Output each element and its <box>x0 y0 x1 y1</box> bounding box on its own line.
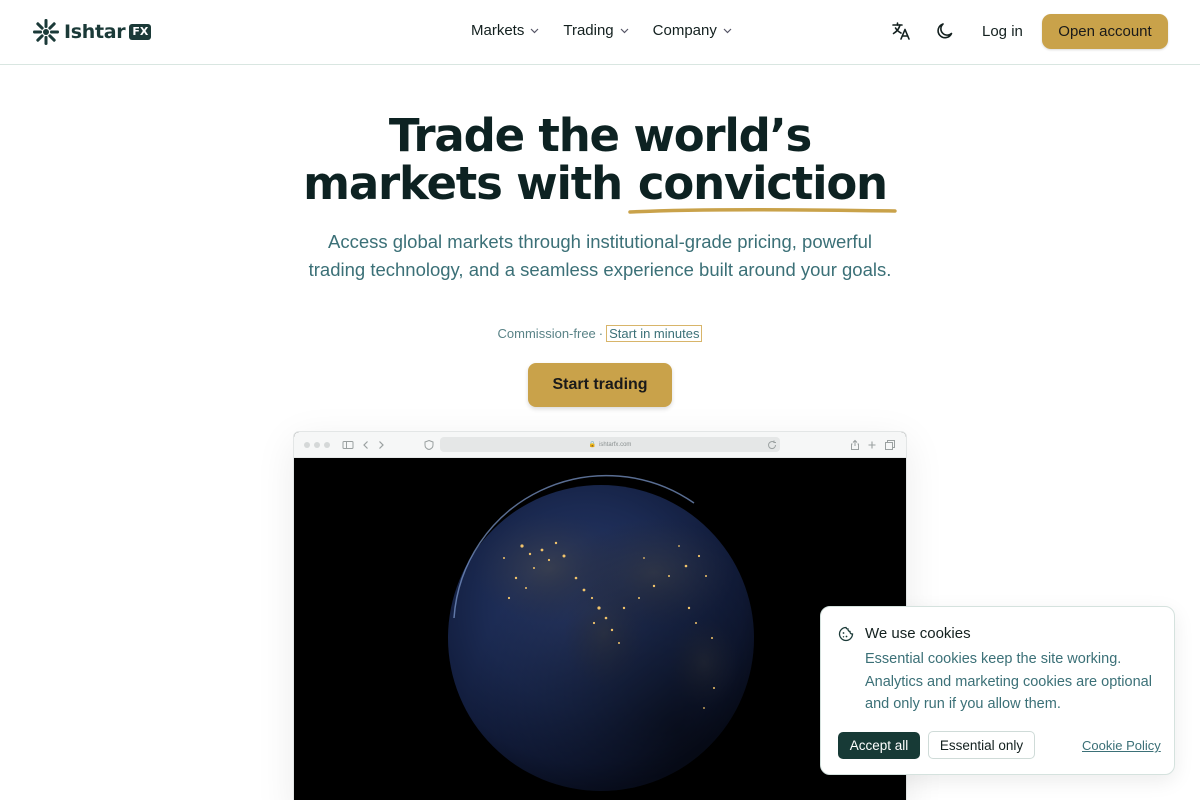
headline-line-1: Trade the world’s <box>388 109 812 162</box>
cookie-policy-link[interactable]: Cookie Policy <box>1082 738 1161 753</box>
brand-logo[interactable]: Ishtar FX <box>32 17 152 47</box>
nav-markets[interactable]: Markets <box>471 22 539 39</box>
nav-trading-label: Trading <box>563 22 614 39</box>
mockup-url-bar: 🔒 ishtarfx.com <box>440 437 780 452</box>
nav-company[interactable]: Company <box>653 22 732 39</box>
accept-all-button[interactable]: Accept all <box>838 732 920 759</box>
site-header: Ishtar FX Markets Trading Company Log in… <box>0 0 1200 65</box>
nav-markets-label: Markets <box>471 22 525 39</box>
meta-start-in-minutes: Start in minutes <box>606 325 703 342</box>
mockup-screen <box>294 458 906 800</box>
hero-headline: Trade the world’s markets with conviction <box>0 109 1200 214</box>
chevron-down-icon <box>723 28 732 33</box>
asterisk-logo-icon <box>33 19 59 45</box>
cookie-title: We use cookies <box>865 625 971 642</box>
open-account-button[interactable]: Open account <box>1042 14 1168 49</box>
lock-icon: 🔒 <box>588 442 597 448</box>
nav-trading[interactable]: Trading <box>563 22 629 39</box>
shield-icon <box>424 439 434 451</box>
meta-commission-free: Commission-free <box>497 326 596 341</box>
brush-underline-icon <box>628 207 897 214</box>
mockup-url: ishtarfx.com <box>599 441 632 448</box>
mockup-toolbar: 🔒 ishtarfx.com <box>294 432 906 458</box>
headline-highlight-text: conviction <box>637 157 888 210</box>
sidebar-icon <box>342 441 354 449</box>
brand-name: Ishtar <box>64 21 126 43</box>
meta-separator: · <box>598 326 604 341</box>
brand-badge: FX <box>129 24 152 40</box>
browser-mockup: 🔒 ishtarfx.com <box>293 431 907 800</box>
back-icon <box>363 441 368 449</box>
start-trading-button[interactable]: Start trading <box>528 363 672 407</box>
tabs-icon <box>885 440 895 450</box>
cookie-body: Essential cookies keep the site working.… <box>865 651 1152 712</box>
cookie-banner: We use cookies Essential cookies keep th… <box>820 606 1175 775</box>
headline-prefix: markets with <box>303 157 623 210</box>
hero-meta: Commission-free · Start in minutes <box>0 325 1200 342</box>
chevron-down-icon <box>530 28 539 33</box>
main-nav: Markets Trading Company <box>471 22 732 39</box>
login-link[interactable]: Log in <box>982 23 1023 40</box>
essential-only-button[interactable]: Essential only <box>928 731 1035 759</box>
cookie-icon <box>838 626 854 642</box>
forward-icon <box>379 441 384 449</box>
window-dots <box>304 442 330 448</box>
chevron-down-icon <box>620 28 629 33</box>
share-icon <box>851 439 859 450</box>
earth-globe-image <box>448 474 754 791</box>
language-icon[interactable] <box>890 20 912 42</box>
moon-icon[interactable] <box>934 20 956 42</box>
headline-highlight: conviction <box>628 157 897 214</box>
new-tab-icon <box>868 441 876 449</box>
reload-icon <box>768 440 777 450</box>
headline-line-2: markets with conviction <box>0 157 1200 214</box>
nav-company-label: Company <box>652 22 717 39</box>
hero-subheadline: Access global markets through institutio… <box>308 231 892 280</box>
